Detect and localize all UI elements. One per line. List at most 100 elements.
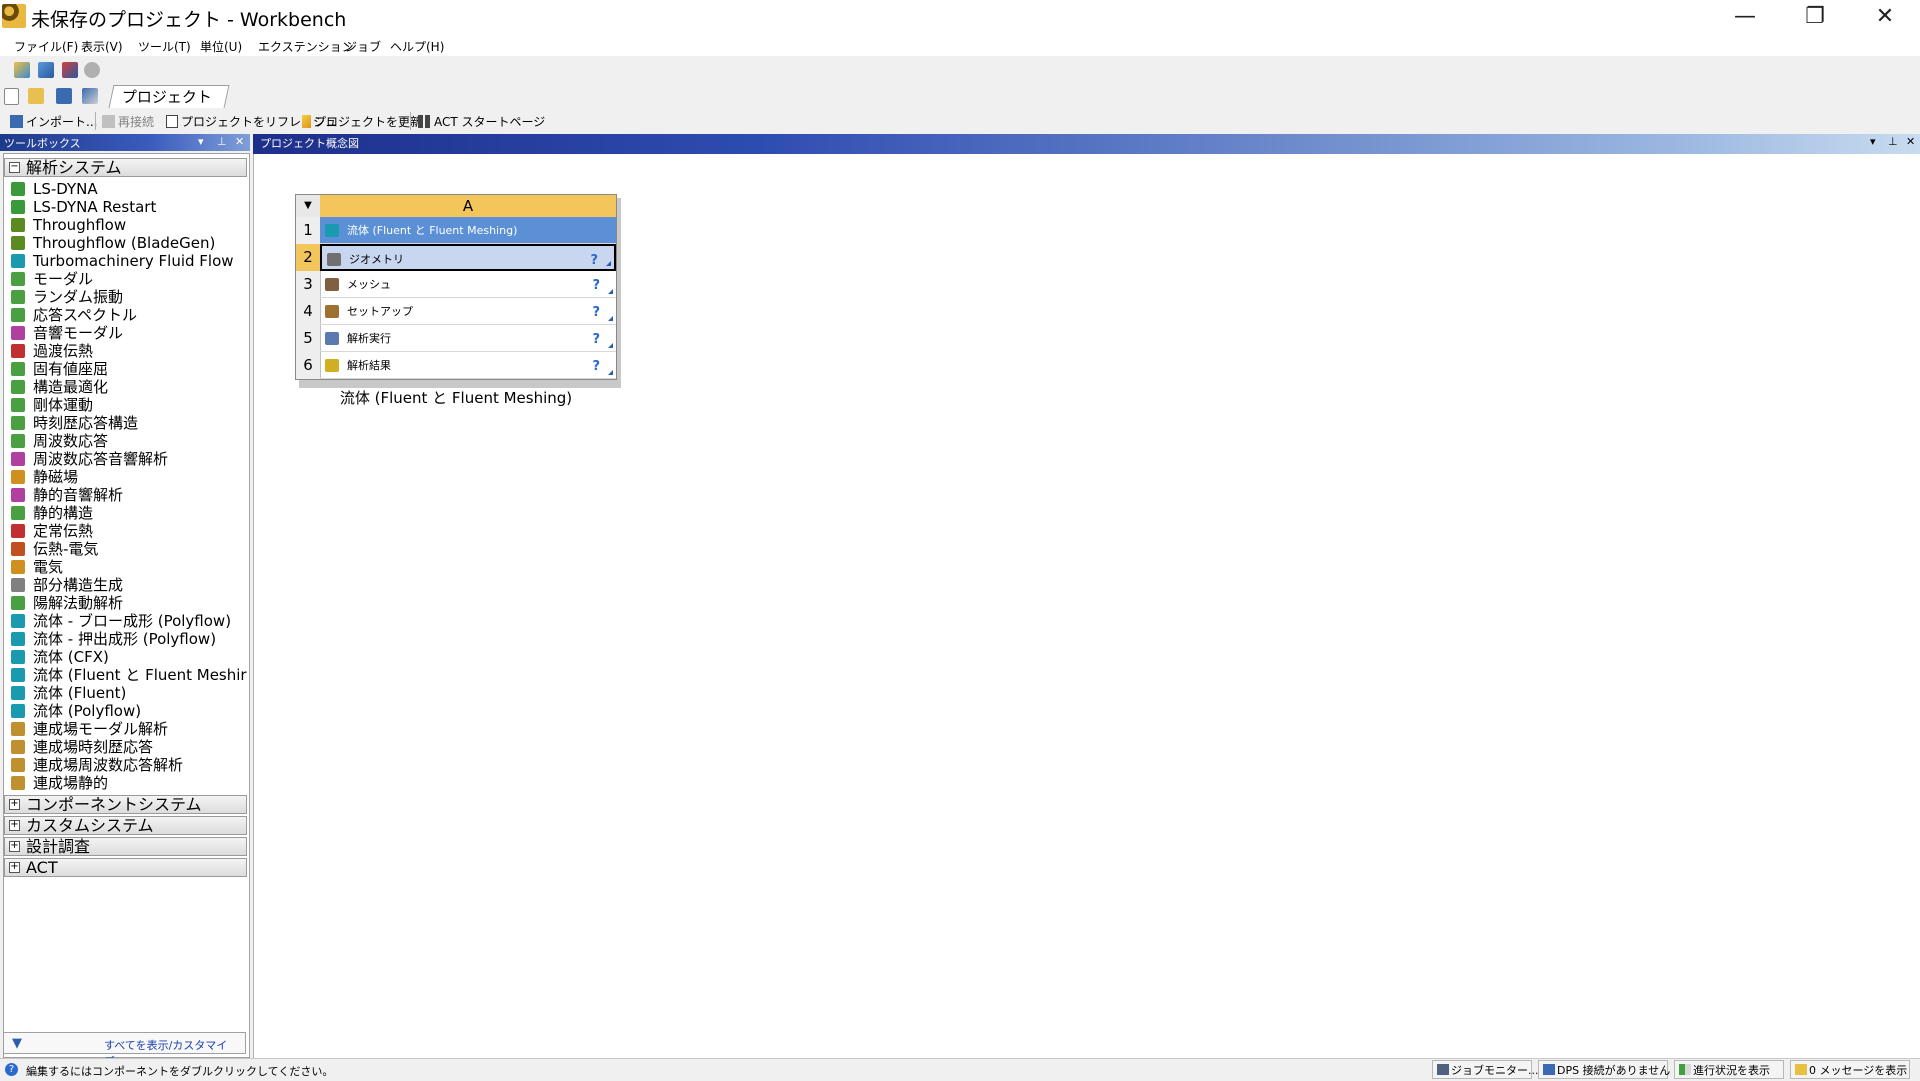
toolbox-item[interactable]: 剛体運動 [11,396,249,414]
toolbox-item[interactable]: 流体 (Fluent) [11,684,249,702]
system-cell[interactable]: 解析結果? [320,352,616,379]
toolbox-item[interactable]: 流体 (CFX) [11,648,249,666]
toolbox-item[interactable]: 静的音響解析 [11,486,249,504]
fluent-system-block[interactable]: ▼ A 1 流体 (Fluent と Fluent Meshing) 2 ジオメトリ?… [295,194,621,407]
toolbox-item[interactable]: Throughflow (BladeGen) [11,234,249,252]
toolbox-item[interactable]: Throughflow [11,216,249,234]
update-project-button[interactable]: プロジェクトを更新 [302,113,422,130]
unfulfilled-status-icon: ? [592,332,600,347]
show-messages-button[interactable]: 0 メッセージを表示 [1790,1060,1910,1079]
system-menu-button[interactable]: ▼ [296,195,321,217]
toolbox-item[interactable]: 固有値座屈 [11,360,249,378]
system-cell[interactable]: セットアップ? [320,298,616,325]
toolbox-item[interactable]: 構造最適化 [11,378,249,396]
toolbox-item[interactable]: 静磁場 [11,468,249,486]
save-as-project-icon[interactable] [82,88,98,104]
group-component-systems[interactable]: + コンポーネントシステム [4,795,247,814]
toolbox-item[interactable]: モーダル [11,270,249,288]
system-cell[interactable]: 解析実行? [320,325,616,352]
toolbox-item[interactable]: 周波数応答 [11,432,249,450]
save-icon[interactable] [38,62,54,78]
toolbox-item-label: 伝熱-電気 [33,540,99,558]
new-project-icon[interactable] [14,62,30,78]
toolbox-item[interactable]: 連成場モーダル解析 [11,720,249,738]
system-cell[interactable]: 流体 (Fluent と Fluent Meshing) [320,217,616,244]
schematic-pin-button[interactable]: ⊥ [1888,135,1898,148]
toolbox-item[interactable]: LS-DYNA Restart [11,198,249,216]
toolbox-pin-button[interactable]: ⊥ [217,135,227,148]
restore-button[interactable]: ❐ [1780,0,1850,34]
expand-icon[interactable]: + [9,820,20,831]
save-as-icon[interactable] [62,62,78,78]
toolbox-item[interactable]: 電気 [11,558,249,576]
close-button[interactable]: ✕ [1850,0,1920,34]
menu-jobs[interactable]: ジョブ [345,38,381,55]
title-bar: 未保存のプロジェクト - Workbench — ❐ ✕ [0,0,1920,34]
group-custom-systems[interactable]: + カスタムシステム [4,816,247,835]
toolbox-item[interactable]: 陽解法動解析 [11,594,249,612]
toolbox-item[interactable]: 連成場周波数応答解析 [11,756,249,774]
toolbox-item[interactable]: 周波数応答音響解析 [11,450,249,468]
toolbox-item-label: LS-DYNA [33,180,98,198]
open-icon[interactable] [28,88,44,104]
toolbox-item[interactable]: 部分構造生成 [11,576,249,594]
expand-icon[interactable]: + [9,799,20,810]
minimize-button[interactable]: — [1710,0,1780,34]
show-progress-button[interactable]: 進行状況を表示 [1674,1060,1784,1079]
expand-icon[interactable]: + [9,862,20,873]
dps-connection-button[interactable]: DPS 接続がありません [1538,1060,1670,1079]
new-icon[interactable] [4,88,19,105]
reconnect-button[interactable]: 再接続 [102,113,154,130]
menu-extensions[interactable]: エクステンション [258,38,354,55]
toolbox-item[interactable]: 流体 (Polyflow) [11,702,249,720]
system-name-caption[interactable]: 流体 (Fluent と Fluent Meshing) [295,387,617,408]
group-design-exploration[interactable]: + 設計調査 [4,837,247,856]
turbo-fluid-icon [11,254,25,268]
group-label: ACT [26,858,58,877]
toolbox-item[interactable]: 伝熱-電気 [11,540,249,558]
toolbox-item[interactable]: 流体 - ブロー成形 (Polyflow) [11,612,249,630]
group-act[interactable]: + ACT [4,858,247,877]
toolbox-item[interactable]: 定常伝熱 [11,522,249,540]
menu-file[interactable]: ファイル(F) [14,38,78,55]
system-cell[interactable]: ジオメトリ? [320,244,616,271]
toolbox-item[interactable]: Turbomachinery Fluid Flow [11,252,249,270]
act-start-page-button[interactable]: ACT スタートページ [418,113,545,130]
toolbox-item[interactable]: 流体 - 押出成形 (Polyflow) [11,630,249,648]
toolbox-item[interactable]: 音響モーダル [11,324,249,342]
schematic-close-button[interactable]: ✕ [1906,135,1915,148]
toolbox-item[interactable]: 時刻歴応答構造 [11,414,249,432]
toolbox-item[interactable]: ランダム振動 [11,288,249,306]
toolbox-item[interactable]: 連成場時刻歴応答 [11,738,249,756]
menu-units[interactable]: 単位(U) [200,38,242,55]
explicit-dynamics-icon [11,596,25,610]
toolbox-item-label: ランダム振動 [33,288,124,306]
group-analysis-systems[interactable]: − 解析システム [4,158,247,177]
save-project-icon[interactable] [56,88,72,104]
job-monitor-button[interactable]: ジョブモニター... [1432,1060,1539,1079]
menu-help[interactable]: ヘルプ(H) [390,38,444,55]
schematic-menu-button[interactable]: ▾ [1870,135,1876,148]
filter-icon[interactable]: ▼ [12,1036,22,1051]
act-start-label: ACT スタートページ [434,115,546,129]
row-number: 5 [296,325,321,352]
toolbox-close-button[interactable]: ✕ [235,135,244,148]
system-cell[interactable]: メッシュ? [320,271,616,298]
unfulfilled-status-icon: ? [592,278,600,293]
tab-project[interactable]: プロジェクト [108,85,230,108]
menu-tools[interactable]: ツール(T) [138,38,191,55]
toolbox-item[interactable]: 応答スペクトル [11,306,249,324]
polyflow-extrusion-icon [11,632,25,646]
collapse-icon[interactable]: − [9,162,20,173]
expand-icon[interactable]: + [9,841,20,852]
import-button[interactable]: インポート... [10,113,97,130]
toolbox-item[interactable]: LS-DYNA [11,180,249,198]
toolbox-item[interactable]: 過渡伝熱 [11,342,249,360]
cell-label: セットアップ [347,305,413,318]
toolbox-menu-button[interactable]: ▾ [198,135,204,148]
toolbox-item[interactable]: 静的構造 [11,504,249,522]
menu-view[interactable]: 表示(V) [81,38,123,55]
disabled-tool-icon[interactable] [84,62,100,78]
toolbox-item[interactable]: 流体 (Fluent と Fluent Meshir [11,666,249,684]
toolbox-item[interactable]: 連成場静的 [11,774,249,792]
